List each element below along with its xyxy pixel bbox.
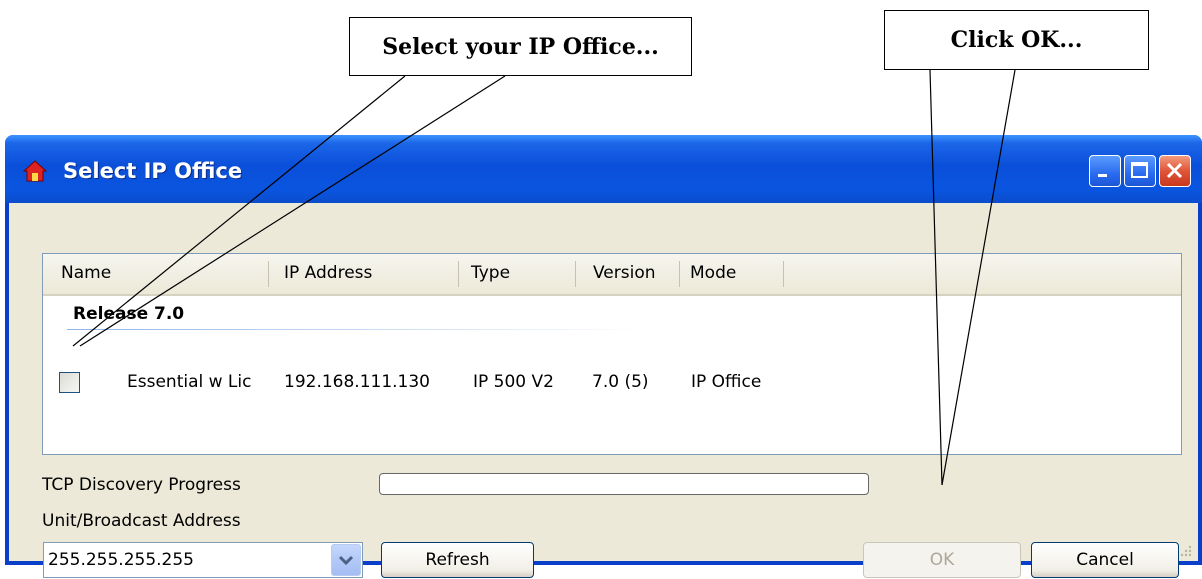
cell-type[interactable]: IP 500 V2 [473,372,554,392]
refresh-button[interactable]: Refresh [381,542,534,578]
cell-mode[interactable]: IP Office [691,372,761,392]
group-header-release: Release 7.0 [73,304,185,324]
column-header-mode[interactable]: Mode [690,254,736,292]
column-divider[interactable] [575,261,576,287]
column-header-version[interactable]: Version [593,254,656,292]
tcp-discovery-progress-bar [379,473,869,495]
maximize-button[interactable] [1124,155,1156,187]
callout-click-ok: Click OK... [884,10,1149,70]
column-header-type[interactable]: Type [471,254,510,292]
cell-ip-address[interactable]: 192.168.111.130 [284,372,430,392]
maximize-icon [1131,162,1148,178]
resize-grip-icon[interactable] [1178,543,1192,557]
title-bar[interactable]: Select IP Office [5,135,1202,203]
select-ip-office-dialog: Select IP Office Name IP Address Type Ve… [5,135,1202,578]
minimize-button[interactable] [1089,155,1121,187]
cell-version[interactable]: 7.0 (5) [592,372,649,392]
broadcast-address-combo[interactable]: 255.255.255.255 [43,542,363,578]
tcp-discovery-progress-label: TCP Discovery Progress [42,475,241,495]
ip-office-list[interactable]: Name IP Address Type Version Mode Releas… [42,253,1182,455]
cell-name[interactable]: Essential w Lic [127,372,251,392]
window-title: Select IP Office [63,159,243,183]
dropdown-button[interactable] [331,544,361,576]
callout-select-ip-office: Select your IP Office... [349,17,692,76]
house-app-icon [23,160,47,182]
cancel-button[interactable]: Cancel [1031,542,1179,578]
unit-broadcast-address-label: Unit/Broadcast Address [42,511,241,531]
column-divider[interactable] [268,261,269,287]
group-divider [67,329,647,330]
dialog-body: Name IP Address Type Version Mode Releas… [9,203,1198,578]
minimize-icon [1098,174,1107,177]
chevron-down-icon [338,555,354,566]
ok-button[interactable]: OK [863,542,1021,578]
column-divider[interactable] [458,261,459,287]
column-header-ip-address[interactable]: IP Address [284,254,372,292]
close-button[interactable] [1159,155,1191,187]
broadcast-address-value: 255.255.255.255 [48,550,195,570]
close-icon [1166,162,1183,179]
list-header: Name IP Address Type Version Mode [43,254,1181,296]
column-divider[interactable] [783,261,784,287]
column-header-name[interactable]: Name [61,254,111,292]
row-checkbox[interactable] [59,372,80,393]
column-divider[interactable] [679,261,680,287]
